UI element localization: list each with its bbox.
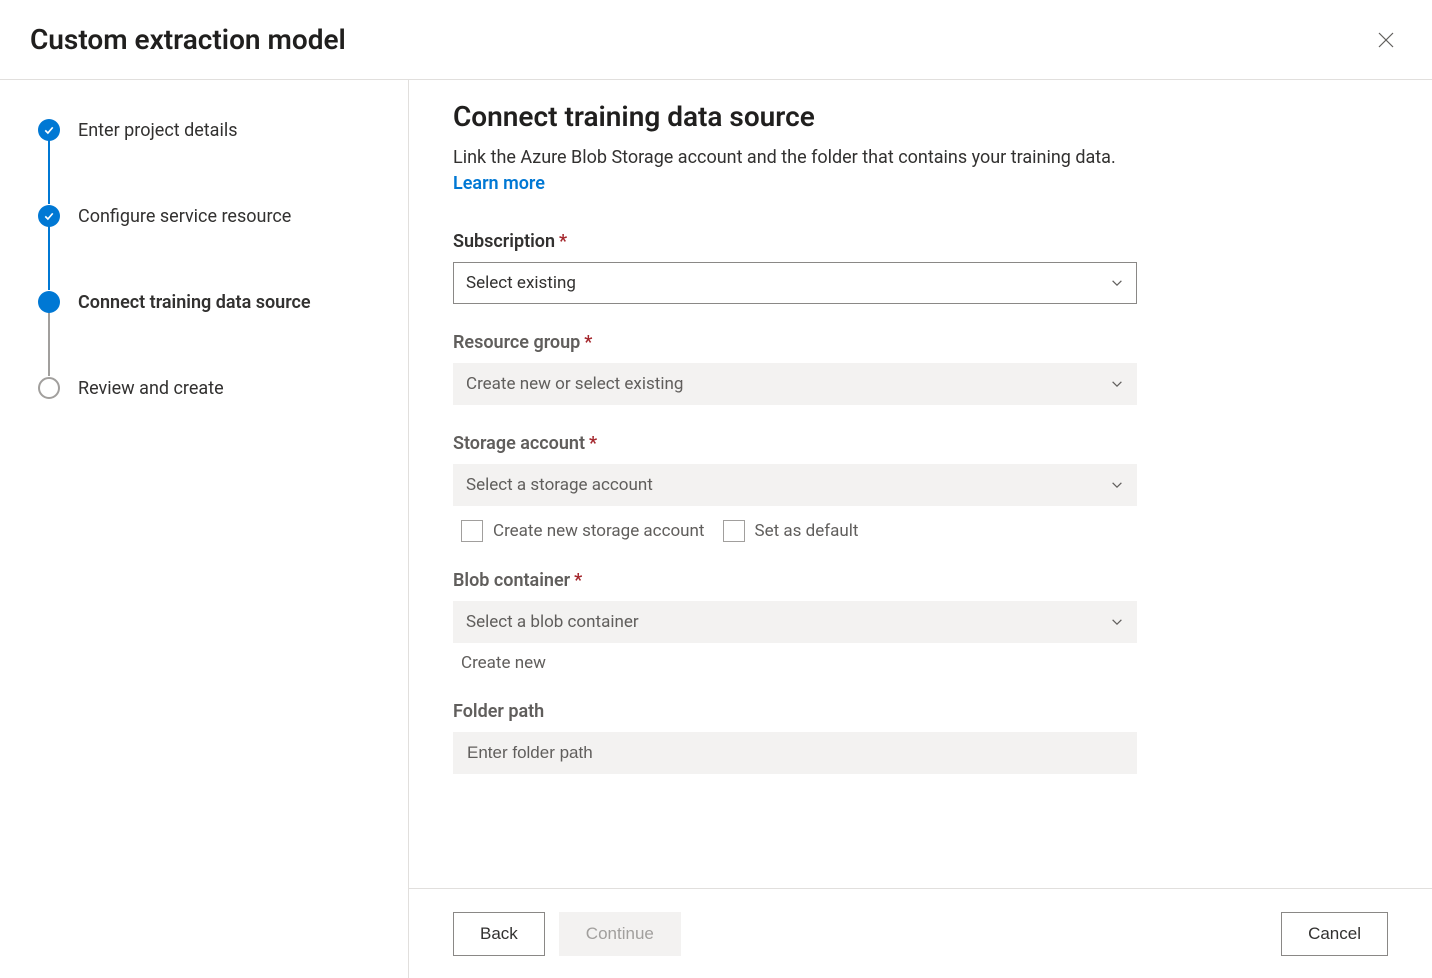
create-new-storage-checkbox[interactable]: Create new storage account <box>461 520 705 542</box>
required-marker: * <box>574 570 582 591</box>
blob-container-select: Select a blob container <box>453 601 1137 643</box>
field-resource-group: Resource group* Create new or select exi… <box>453 332 1137 405</box>
checkbox-label: Create new storage account <box>493 521 705 541</box>
set-as-default-checkbox[interactable]: Set as default <box>723 520 859 542</box>
resource-group-label: Resource group* <box>453 332 1137 353</box>
step-connect-training-data-source[interactable]: Connect training data source <box>38 290 378 314</box>
step-connector <box>48 226 50 290</box>
field-subscription: Subscription* Select existing <box>453 231 1137 304</box>
cancel-button[interactable]: Cancel <box>1281 912 1388 956</box>
checkbox-label: Set as default <box>755 521 859 541</box>
footer-left: Back Continue <box>453 912 681 956</box>
main-panel: Connect training data source Link the Az… <box>409 80 1432 978</box>
page-title: Connect training data source <box>453 100 1388 133</box>
close-button[interactable] <box>1370 24 1402 56</box>
blob-container-label: Blob container* <box>453 570 1137 591</box>
folder-path-input[interactable] <box>453 732 1137 774</box>
storage-account-options: Create new storage account Set as defaul… <box>453 520 1137 542</box>
step-indicator-upcoming <box>38 377 60 399</box>
select-value: Select existing <box>466 273 576 293</box>
step-connector <box>48 140 50 204</box>
subscription-label: Subscription* <box>453 231 1137 252</box>
label-text: Blob container <box>453 570 570 591</box>
learn-more-link[interactable]: Learn more <box>453 173 545 194</box>
checkbox-box <box>461 520 483 542</box>
label-text: Resource group <box>453 332 580 353</box>
resource-group-select: Create new or select existing <box>453 363 1137 405</box>
step-enter-project-details[interactable]: Enter project details <box>38 118 378 142</box>
check-icon <box>43 210 55 222</box>
storage-account-label: Storage account* <box>453 433 1137 454</box>
chevron-down-icon <box>1110 615 1124 629</box>
dialog-footer: Back Continue Cancel <box>409 888 1432 978</box>
required-marker: * <box>559 231 567 252</box>
label-text: Storage account <box>453 433 585 454</box>
step-indicator-completed <box>38 205 60 227</box>
wizard-steps: Enter project details Configure service … <box>38 118 378 400</box>
required-marker: * <box>589 433 597 454</box>
field-storage-account: Storage account* Select a storage accoun… <box>453 433 1137 542</box>
close-icon <box>1378 32 1394 48</box>
continue-button: Continue <box>559 912 681 956</box>
page-description-text: Link the Azure Blob Storage account and … <box>453 147 1116 168</box>
chevron-down-icon <box>1110 276 1124 290</box>
step-indicator-current <box>38 291 60 313</box>
chevron-down-icon <box>1110 377 1124 391</box>
select-value: Select a storage account <box>466 475 653 495</box>
create-new-blob-link[interactable]: Create new <box>453 653 546 673</box>
main-content: Connect training data source Link the Az… <box>409 80 1432 888</box>
select-value: Select a blob container <box>466 612 639 632</box>
back-button[interactable]: Back <box>453 912 545 956</box>
chevron-down-icon <box>1110 478 1124 492</box>
required-marker: * <box>584 332 592 353</box>
select-value: Create new or select existing <box>466 374 683 394</box>
dialog-body: Enter project details Configure service … <box>0 80 1432 978</box>
checkbox-box <box>723 520 745 542</box>
subscription-select[interactable]: Select existing <box>453 262 1137 304</box>
check-icon <box>43 124 55 136</box>
step-label: Enter project details <box>78 120 238 141</box>
step-label: Configure service resource <box>78 206 291 227</box>
field-folder-path: Folder path <box>453 701 1137 774</box>
label-text: Subscription <box>453 231 555 252</box>
step-review-and-create[interactable]: Review and create <box>38 376 378 400</box>
dialog-header: Custom extraction model <box>0 0 1432 80</box>
folder-path-label: Folder path <box>453 701 1137 722</box>
step-label: Review and create <box>78 378 224 399</box>
step-indicator-completed <box>38 119 60 141</box>
page-description: Link the Azure Blob Storage account and … <box>453 145 1153 197</box>
step-label: Connect training data source <box>78 292 311 313</box>
wizard-sidebar: Enter project details Configure service … <box>0 80 409 978</box>
step-connector <box>48 312 50 376</box>
field-blob-container: Blob container* Select a blob container … <box>453 570 1137 673</box>
storage-account-select: Select a storage account <box>453 464 1137 506</box>
step-configure-service-resource[interactable]: Configure service resource <box>38 204 378 228</box>
dialog-title: Custom extraction model <box>30 23 346 56</box>
